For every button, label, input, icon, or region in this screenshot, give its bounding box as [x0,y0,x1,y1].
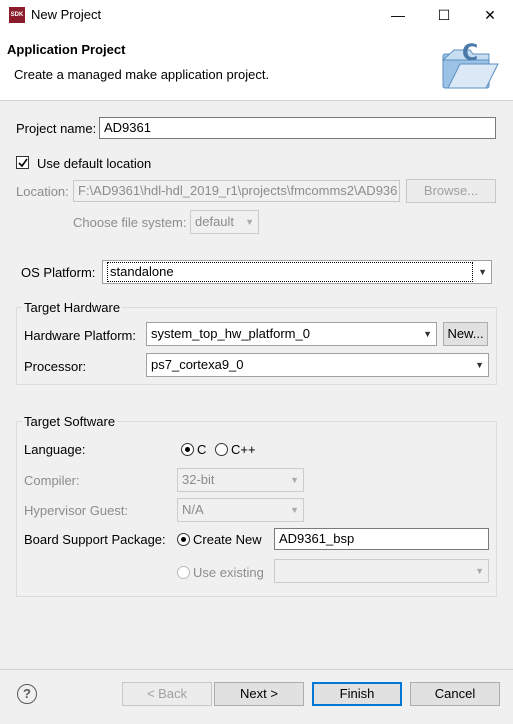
use-default-location-checkbox[interactable] [16,156,29,169]
bsp-create-new-radio[interactable] [177,533,190,546]
location-input[interactable]: F:\AD9361\hdl-hdl_2019_r1\projects\fmcom… [73,180,400,202]
language-cpp-radio[interactable] [215,443,228,456]
browse-button[interactable]: Browse... [406,179,496,203]
processor-label: Processor: [24,359,87,374]
chevron-down-icon: ▼ [423,329,432,339]
language-label: Language: [24,442,86,457]
next-button[interactable]: Next > [214,682,304,706]
chevron-down-icon: ▼ [478,267,487,277]
file-system-label: Choose file system: [73,215,187,230]
file-system-value: default [195,214,235,229]
window-title: New Project [31,7,102,22]
file-system-select[interactable]: default ▼ [190,210,259,234]
location-label: Location: [16,184,69,199]
os-platform-value: standalone [107,262,473,282]
language-cpp-label: C++ [231,442,256,457]
target-hardware-title: Target Hardware [22,300,123,315]
chevron-down-icon: ▼ [475,360,484,370]
checkmark-icon [18,158,28,168]
hardware-platform-value: system_top_hw_platform_0 [151,326,310,341]
project-name-input[interactable]: AD9361 [99,117,496,139]
chevron-down-icon: ▼ [245,217,254,227]
hypervisor-label: Hypervisor Guest: [24,503,129,518]
help-icon[interactable]: ? [17,684,37,704]
language-c-radio[interactable] [181,443,194,456]
page-description: Create a managed make application projec… [14,67,270,82]
os-platform-select[interactable]: standalone ▼ [102,260,492,284]
compiler-value: 32-bit [182,472,215,487]
processor-select[interactable]: ps7_cortexa9_0 ▼ [146,353,489,377]
language-c-label: C [197,442,207,457]
target-software-title: Target Software [22,414,118,429]
new-hardware-platform-button[interactable]: New... [443,322,488,346]
project-name-label: Project name: [16,121,97,136]
bsp-use-existing-radio[interactable] [177,566,190,579]
sdk-app-icon: SDK [9,7,25,23]
hypervisor-select[interactable]: N/A ▼ [177,498,304,522]
finish-button[interactable]: Finish [312,682,402,706]
close-button[interactable]: ✕ [467,0,513,31]
bsp-create-new-label: Create New [193,532,262,547]
back-button[interactable]: < Back [122,682,212,706]
chevron-down-icon: ▼ [290,475,299,485]
maximize-button[interactable]: ☐ [421,0,467,31]
bsp-label: Board Support Package: [24,532,166,547]
compiler-select[interactable]: 32-bit ▼ [177,468,304,492]
minimize-button[interactable]: — [375,0,421,31]
processor-value: ps7_cortexa9_0 [151,357,244,372]
chevron-down-icon: ▼ [475,566,484,576]
cancel-button[interactable]: Cancel [410,682,500,706]
use-default-location-label: Use default location [37,156,152,171]
new-project-folder-icon: C [441,41,499,89]
bsp-use-existing-label: Use existing [193,565,264,580]
bsp-existing-select[interactable]: ▼ [274,559,489,583]
svg-text:C: C [462,41,478,66]
os-platform-label: OS Platform: [21,265,96,280]
chevron-down-icon: ▼ [290,505,299,515]
compiler-label: Compiler: [24,473,80,488]
hardware-platform-select[interactable]: system_top_hw_platform_0 ▼ [146,322,437,346]
page-title: Application Project [7,42,126,57]
hardware-platform-label: Hardware Platform: [24,328,136,343]
bsp-name-input[interactable]: AD9361_bsp [274,528,489,550]
footer-separator [0,669,513,670]
hypervisor-value: N/A [182,502,204,517]
